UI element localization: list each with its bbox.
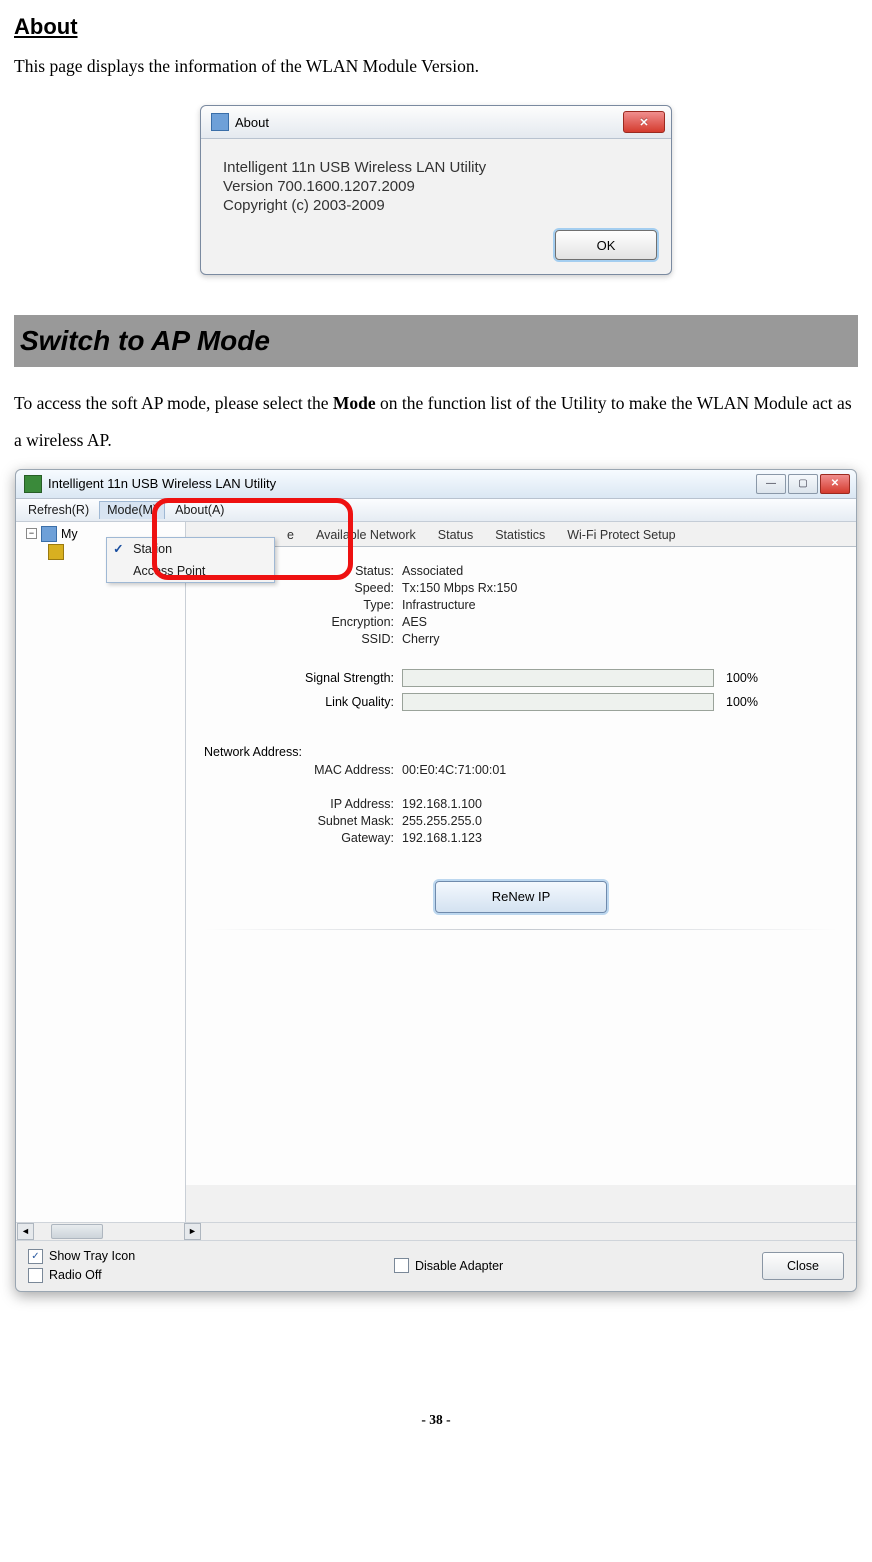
checkbox-icon xyxy=(28,1268,43,1283)
mac-label: MAC Address: xyxy=(204,763,402,777)
utility-window: Intelligent 11n USB Wireless LAN Utility… xyxy=(15,469,857,1292)
disable-adapter-label: Disable Adapter xyxy=(415,1259,503,1273)
encryption-value: AES xyxy=(402,615,427,629)
ok-button[interactable]: OK xyxy=(555,230,657,260)
gateway-label: Gateway: xyxy=(204,831,402,845)
disable-adapter-checkbox[interactable]: Disable Adapter xyxy=(394,1258,503,1273)
app-icon xyxy=(211,113,229,131)
renew-ip-button[interactable]: ReNew IP xyxy=(435,881,607,913)
about-dialog-body: Intelligent 11n USB Wireless LAN Utility… xyxy=(201,139,671,230)
scroll-right-icon[interactable]: ► xyxy=(184,1223,201,1240)
close-icon[interactable]: ✕ xyxy=(623,111,665,133)
close-icon[interactable]: ✕ xyxy=(820,474,850,494)
mode-station-label: Station xyxy=(133,542,172,556)
tab-status[interactable]: Status xyxy=(427,524,484,546)
tree-collapse-icon[interactable]: − xyxy=(26,528,37,539)
mask-label: Subnet Mask: xyxy=(204,814,402,828)
tab-strip: e Available Network Status Statistics Wi… xyxy=(186,522,856,547)
link-value: 100% xyxy=(726,695,758,709)
network-address-heading: Network Address: xyxy=(204,745,838,759)
menu-about[interactable]: About(A) xyxy=(167,501,232,519)
scroll-left-icon[interactable]: ◄ xyxy=(17,1223,34,1240)
speed-value: Tx:150 Mbps Rx:150 xyxy=(402,581,517,595)
speed-label: Speed: xyxy=(204,581,402,595)
signal-bar xyxy=(402,669,714,687)
para-bold: Mode xyxy=(333,393,376,413)
page-number: - 38 - xyxy=(14,1412,858,1428)
mode-station-item[interactable]: ✓ Station xyxy=(107,538,274,560)
bottom-bar: ✓ Show Tray Icon Radio Off Disable Adapte… xyxy=(16,1240,856,1291)
about-line2: Version 700.1600.1207.2009 xyxy=(223,178,649,195)
signal-strength-row: Signal Strength: 100% xyxy=(204,669,838,687)
minimize-icon[interactable]: — xyxy=(756,474,786,494)
link-quality-row: Link Quality: 100% xyxy=(204,693,838,711)
about-dialog-title: About xyxy=(235,115,623,130)
mode-ap-label: Access Point xyxy=(133,564,205,578)
menu-mode[interactable]: Mode(M) ✓ Station Access Point xyxy=(99,501,165,519)
para-pre: To access the soft AP mode, please selec… xyxy=(14,393,333,413)
about-line3: Copyright (c) 2003-2009 xyxy=(223,197,649,214)
switch-ap-paragraph: To access the soft AP mode, please selec… xyxy=(14,385,858,459)
status-value: Associated xyxy=(402,564,463,578)
about-dialog-titlebar: About ✕ xyxy=(201,106,671,139)
app-icon xyxy=(24,475,42,493)
check-icon: ✓ xyxy=(113,541,123,556)
utility-titlebar: Intelligent 11n USB Wireless LAN Utility… xyxy=(16,470,856,499)
tab-available-network[interactable]: Available Network xyxy=(305,524,427,546)
tab-wps[interactable]: Wi-Fi Protect Setup xyxy=(556,524,686,546)
switch-ap-heading: Switch to AP Mode xyxy=(14,315,858,367)
menu-bar: Refresh(R) Mode(M) ✓ Station Access Poin… xyxy=(16,499,856,522)
about-line1: Intelligent 11n USB Wireless LAN Utility xyxy=(223,159,649,176)
horizontal-scrollbar[interactable]: ◄ ► xyxy=(16,1222,856,1240)
main-pane: e Available Network Status Statistics Wi… xyxy=(186,522,856,1222)
computer-icon xyxy=(41,526,57,542)
link-bar xyxy=(402,693,714,711)
link-label: Link Quality: xyxy=(204,695,402,709)
show-tray-label: Show Tray Icon xyxy=(49,1249,135,1263)
close-button[interactable]: Close xyxy=(762,1252,844,1280)
menu-refresh[interactable]: Refresh(R) xyxy=(20,501,97,519)
adapter-icon xyxy=(48,544,64,560)
ip-value: 192.168.1.100 xyxy=(402,797,482,811)
type-value: Infrastructure xyxy=(402,598,476,612)
radio-off-checkbox[interactable]: Radio Off xyxy=(28,1268,135,1283)
signal-value: 100% xyxy=(726,671,758,685)
mac-value: 00:E0:4C:71:00:01 xyxy=(402,763,506,777)
tab-statistics[interactable]: Statistics xyxy=(484,524,556,546)
tree-pane: − My xyxy=(16,522,186,1222)
window-controls: — ▢ ✕ xyxy=(756,474,850,494)
ip-label: IP Address: xyxy=(204,797,402,811)
tab-general-partial[interactable]: e xyxy=(280,524,305,546)
maximize-icon[interactable]: ▢ xyxy=(788,474,818,494)
about-intro-text: This page displays the information of th… xyxy=(14,56,858,77)
encryption-label: Encryption: xyxy=(204,615,402,629)
mode-ap-item[interactable]: Access Point xyxy=(107,560,274,582)
type-label: Type: xyxy=(204,598,402,612)
about-heading: About xyxy=(14,14,858,40)
ssid-value: Cherry xyxy=(402,632,440,646)
mode-dropdown: ✓ Station Access Point xyxy=(106,537,275,583)
checkbox-icon xyxy=(394,1258,409,1273)
network-address-section: Network Address: MAC Address:00:E0:4C:71… xyxy=(204,745,838,845)
gateway-value: 192.168.1.123 xyxy=(402,831,482,845)
about-dialog: About ✕ Intelligent 11n USB Wireless LAN… xyxy=(200,105,672,275)
show-tray-checkbox[interactable]: ✓ Show Tray Icon xyxy=(28,1249,135,1264)
general-tab-content: Status:Associated Speed:Tx:150 Mbps Rx:1… xyxy=(186,547,856,1185)
mask-value: 255.255.255.0 xyxy=(402,814,482,828)
separator xyxy=(204,929,838,930)
tree-root-label: My xyxy=(61,527,78,541)
signal-label: Signal Strength: xyxy=(204,671,402,685)
scroll-thumb[interactable] xyxy=(51,1224,103,1239)
checkbox-icon: ✓ xyxy=(28,1249,43,1264)
ssid-label: SSID: xyxy=(204,632,402,646)
menu-mode-label: Mode(M) xyxy=(107,503,157,517)
utility-title: Intelligent 11n USB Wireless LAN Utility xyxy=(48,476,756,491)
radio-off-label: Radio Off xyxy=(49,1268,102,1282)
